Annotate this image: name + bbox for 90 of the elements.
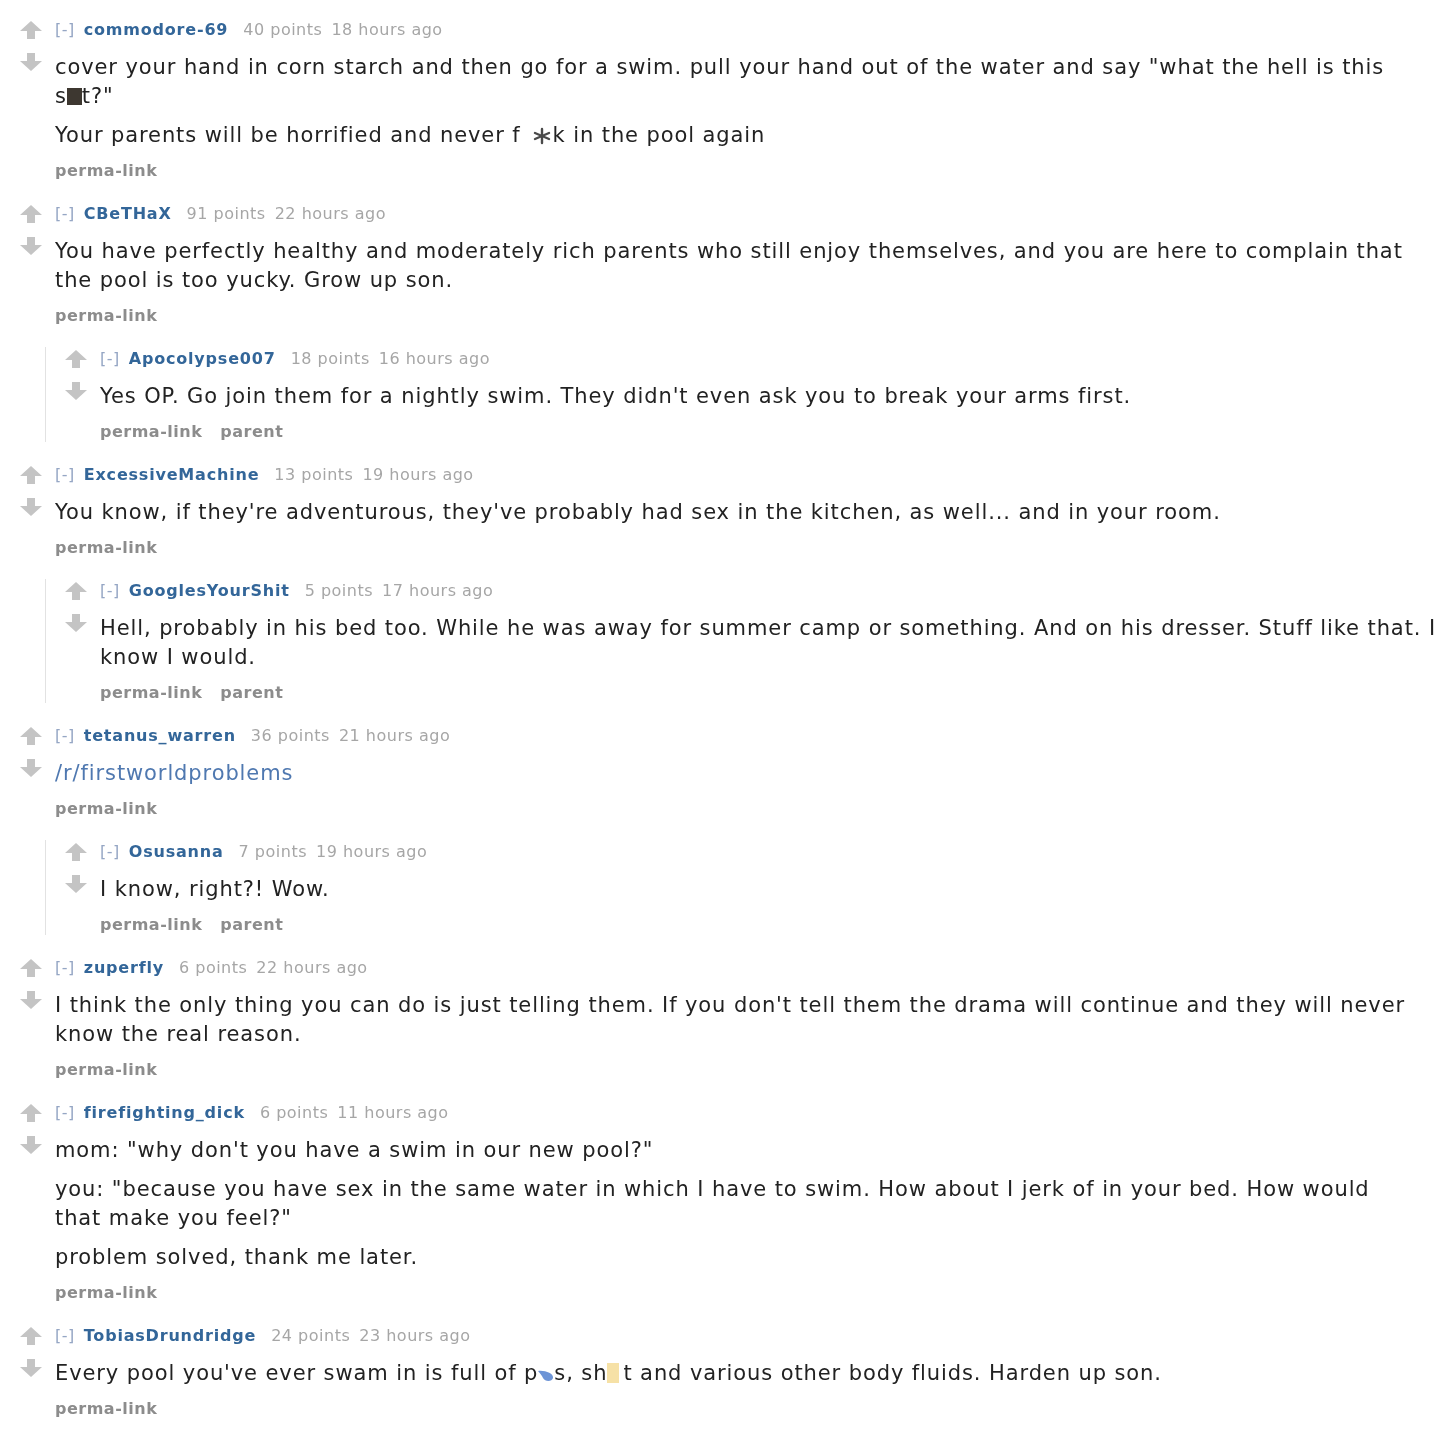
timestamp: 21 hours ago [338,725,451,747]
upvote-arrow-icon[interactable] [65,350,87,368]
comment-text: You have perfectly healthy and moderately rich parents who still enjoy themselves, and you are here to complain that the pool is too yucky. Grow up son. [55,238,1404,294]
comment-text: You know, if they're adventurous, they've probably had sex in the kitchen, as well... and in your room. [55,499,1222,526]
timestamp: 22 hours ago [274,203,386,225]
patch-icon [607,1363,620,1383]
downvote-arrow-icon[interactable] [20,759,42,777]
downvote-arrow-icon[interactable] [20,498,42,516]
comment-text: mom: "why don't you have a swim in our new pool?" [55,1137,655,1164]
comment-text: problem solved, thank me later. [55,1244,419,1271]
downvote-arrow-icon[interactable] [65,614,87,632]
upvote-arrow-icon[interactable] [65,843,87,861]
collapse-toggle[interactable]: [-] [100,840,120,864]
permalink[interactable]: perma-link [100,422,203,442]
score-text: 91 points [186,203,266,225]
username-link[interactable]: Osusanna [128,840,224,864]
downvote-arrow-icon[interactable] [20,53,42,71]
collapse-toggle[interactable]: [-] [100,347,120,371]
redaction-block-icon [66,88,82,105]
collapse-toggle[interactable]: [-] [55,1101,75,1125]
score-text: 13 points [274,464,354,486]
permalink[interactable]: perma-link [55,1283,158,1303]
downvote-arrow-icon[interactable] [65,875,87,893]
parent-link[interactable]: parent [220,683,284,703]
timestamp: 23 hours ago [359,1325,471,1347]
parent-link[interactable]: parent [220,422,284,442]
timestamp: 22 hours ago [256,957,368,979]
username-link[interactable]: TobiasDrundridge [83,1324,257,1348]
comment-text: Your parents will be horrified and never f k in the pool again [55,122,767,149]
permalink[interactable]: perma-link [55,799,158,819]
username-link[interactable]: commodore-69 [83,18,229,42]
permalink[interactable]: perma-link [100,683,203,703]
comment-text: cover your hand in corn starch and then go for a swim. pull your hand out of the water and say "what the hell is this s t?" [55,54,1386,110]
comment-text: I think the only thing you can do is just telling them. If you don't tell them the drama will continue and they will never know the real reason. [55,992,1406,1048]
comment-text: Every pool you've ever swam in is full of p s, sh t and various other body fluids. Harden up son. [55,1360,1163,1387]
upvote-arrow-icon[interactable] [20,21,42,39]
permalink[interactable]: perma-link [55,306,158,326]
timestamp: 17 hours ago [382,580,494,602]
permalink[interactable]: perma-link [55,538,158,558]
subreddit-link[interactable]: /r/firstworldproblems [55,761,294,785]
upvote-arrow-icon[interactable] [65,582,87,600]
score-text: 24 points [271,1325,351,1347]
score-text: 6 points [178,957,248,979]
downvote-arrow-icon[interactable] [20,237,42,255]
droplet-icon [538,1369,555,1383]
username-link[interactable]: zuperfly [83,956,164,980]
comment-text: you: "because you have sex in the same water in which I have to swim. How about I jerk of in your bed. How would that make you feel?" [55,1176,1371,1232]
timestamp: 19 hours ago [362,464,474,486]
score-text: 18 points [290,348,370,370]
score-text: 7 points [238,841,307,863]
username-link[interactable]: GooglesYourShit [128,579,290,603]
downvote-arrow-icon[interactable] [20,991,42,1009]
username-link[interactable]: tetanus_warren [83,724,236,748]
upvote-arrow-icon[interactable] [20,1327,42,1345]
collapse-toggle[interactable]: [-] [55,202,75,226]
collapse-toggle[interactable]: [-] [55,463,75,487]
parent-link[interactable]: parent [220,915,284,935]
collapse-toggle[interactable]: [-] [55,18,75,42]
timestamp: 11 hours ago [337,1102,449,1124]
downvote-arrow-icon[interactable] [20,1136,42,1154]
score-text: 5 points [304,580,374,602]
score-text: 40 points [243,19,323,41]
timestamp: 18 hours ago [331,19,443,41]
asterisk-icon [532,127,551,145]
permalink[interactable]: perma-link [55,161,158,181]
permalink[interactable]: perma-link [100,915,203,935]
score-text: 6 points [259,1102,329,1124]
permalink[interactable]: perma-link [55,1399,158,1419]
comment-text: I know, right?! Wow. [100,876,331,903]
permalink[interactable]: perma-link [55,1060,158,1080]
username-link[interactable]: Apocolypse007 [128,347,276,371]
upvote-arrow-icon[interactable] [20,1104,42,1122]
downvote-arrow-icon[interactable] [20,1359,42,1377]
upvote-arrow-icon[interactable] [20,205,42,223]
collapse-toggle[interactable]: [-] [100,579,120,603]
username-link[interactable]: firefighting_dick [83,1101,245,1125]
upvote-arrow-icon[interactable] [20,727,42,745]
timestamp: 16 hours ago [378,348,490,370]
upvote-arrow-icon[interactable] [20,466,42,484]
comment-text: Yes OP. Go join them for a nightly swim. They didn't even ask you to break your arms first. [100,383,1133,410]
upvote-arrow-icon[interactable] [20,959,42,977]
collapse-toggle[interactable]: [-] [55,1324,75,1348]
score-text: 36 points [250,725,330,747]
username-link[interactable]: ExcessiveMachine [83,463,260,487]
collapse-toggle[interactable]: [-] [55,724,75,748]
downvote-arrow-icon[interactable] [65,382,87,400]
username-link[interactable]: CBeTHaX [83,202,172,226]
collapse-toggle[interactable]: [-] [55,956,75,980]
comment-text: Hell, probably in his bed too. While he was away for summer camp or something. And on his dresser. Stuff like that. I know I would. [100,615,1437,671]
timestamp: 19 hours ago [316,841,428,863]
